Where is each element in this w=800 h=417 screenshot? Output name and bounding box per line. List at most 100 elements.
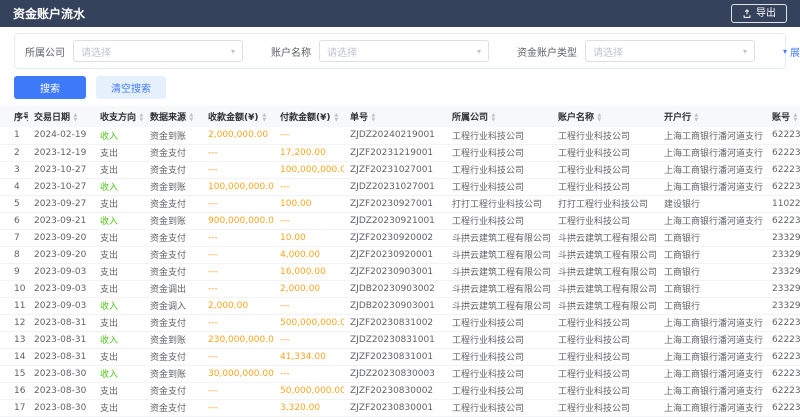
sort-icon[interactable]: ▲▼ [597,112,602,122]
cell-company: 工程行业科技公司 [446,382,552,399]
filter-group-company: 所属公司 请选择 ▾ [25,40,243,62]
cell-source: 资金支付 [144,382,202,399]
cell-date: 2024-02-19 [28,127,94,144]
cell-date: 2023-08-31 [28,348,94,365]
column-header[interactable]: 付款金额(¥)▲▼ [274,106,344,127]
chevron-down-icon: ▾ [477,47,481,56]
sort-icon[interactable]: ▲▼ [491,112,496,122]
cell-account-number: 62223011 [766,144,800,161]
sort-icon[interactable]: ▲▼ [334,112,339,122]
cell-company: 工程行业科技公司 [446,127,552,144]
cell-account-number: 62223011 [766,314,800,331]
cell-date: 2023-10-27 [28,178,94,195]
cell-direction: 支出 [94,229,144,246]
cell-source: 资金到账 [144,212,202,229]
cell-source: 资金支付 [144,263,202,280]
cell-receive-amount: --- [202,314,274,331]
export-icon [742,9,752,19]
account-type-filter-label: 资金账户类型 [517,44,577,59]
cell-receive-amount: --- [202,161,274,178]
column-header-label: 账户名称 [558,113,594,123]
cell-bank: 上海工商银行潘河道支行 [658,127,766,144]
sort-icon[interactable]: ▲▼ [793,112,798,122]
cell-company: 工程行业科技公司 [446,314,552,331]
cell-order-number: ZJZF20230920002 [344,229,446,246]
table-body: 12024-02-19收入资金到账2,000,000.00---ZJDZ2024… [0,127,800,416]
row-index: 1 [0,127,28,144]
column-header-label: 收支方向 [100,113,136,123]
cell-source: 资金支付 [144,348,202,365]
cell-pay-amount: 10.00 [274,229,344,246]
cell-account-name: 工程行业科技公司 [552,399,658,416]
account-type-select[interactable]: 请选择 ▾ [585,40,755,62]
table-row: 32023-10-27支出资金支付---100,000,000.00ZJZF20… [0,161,800,178]
column-header[interactable]: 收支方向▲▼ [94,106,144,127]
sort-icon[interactable]: ▲▼ [371,112,376,122]
cell-direction: 收入 [94,212,144,229]
table-row: 162023-08-30支出资金支付---50,000,000.00ZJZF20… [0,382,800,399]
column-header-label: 所属公司 [452,113,488,123]
company-select[interactable]: 请选择 ▾ [73,40,243,62]
cell-direction: 支出 [94,161,144,178]
cell-account-name: 工程行业科技公司 [552,127,658,144]
cell-bank: 上海工商银行潘河道支行 [658,178,766,195]
cell-source: 资金支付 [144,246,202,263]
cell-source: 资金调入 [144,297,202,314]
cell-pay-amount: 2,000.00 [274,280,344,297]
column-header[interactable]: 数据来源▲▼ [144,106,202,127]
cell-bank: 工商银行 [658,246,766,263]
cell-order-number: ZJZF20230830002 [344,382,446,399]
cell-direction: 收入 [94,331,144,348]
cell-source: 资金支付 [144,314,202,331]
cell-date: 2023-09-03 [28,297,94,314]
column-header[interactable]: 账户名称▲▼ [552,106,658,127]
row-index: 13 [0,331,28,348]
cell-account-name: 打打工程行业科技公司 [552,195,658,212]
cell-receive-amount: --- [202,263,274,280]
cell-direction: 收入 [94,297,144,314]
cell-account-number: 62223011 [766,399,800,416]
account-name-select-placeholder: 请选择 [327,44,357,59]
row-index: 8 [0,246,28,263]
cell-company: 斗拱云建筑工程有限公司 [446,297,552,314]
cell-date: 2023-12-19 [28,144,94,161]
sort-icon[interactable]: ▲▼ [189,112,194,122]
cell-source: 资金支付 [144,399,202,416]
cell-account-name: 斗拱云建筑工程有限公司 [552,246,658,263]
clear-search-button[interactable]: 清空搜索 [96,76,166,99]
expand-filters-link[interactable]: ▾ 展开筛选 [783,44,800,59]
sort-icon[interactable]: ▲▼ [262,112,267,122]
cell-date: 2023-09-20 [28,229,94,246]
cell-source: 资金到账 [144,127,202,144]
column-header[interactable]: 交易日期▲▼ [28,106,94,127]
cell-receive-amount: 230,000,000.00 [202,331,274,348]
search-button[interactable]: 搜索 [14,76,86,99]
cell-pay-amount: 500,000,000.00 [274,314,344,331]
cell-bank: 上海工商银行潘河道支行 [658,212,766,229]
sort-icon[interactable]: ▲▼ [139,112,144,122]
column-header[interactable]: 账号▲▼ [766,106,800,127]
column-header[interactable]: 所属公司▲▼ [446,106,552,127]
cell-company: 工程行业科技公司 [446,365,552,382]
row-index: 16 [0,382,28,399]
column-header[interactable]: 开户行▲▼ [658,106,766,127]
column-header[interactable]: 收款金额(¥)▲▼ [202,106,274,127]
cell-direction: 支出 [94,280,144,297]
sort-icon[interactable]: ▲▼ [73,112,78,122]
export-button[interactable]: 导出 [731,4,787,23]
cell-source: 资金支付 [144,144,202,161]
account-name-select[interactable]: 请选择 ▾ [319,40,489,62]
cell-direction: 收入 [94,178,144,195]
filter-group-account-type: 资金账户类型 请选择 ▾ [517,40,755,62]
cell-receive-amount: --- [202,229,274,246]
column-header[interactable]: 单号▲▼ [344,106,446,127]
cell-receive-amount: 2,000.00 [202,297,274,314]
cell-direction: 支出 [94,399,144,416]
cell-direction: 支出 [94,144,144,161]
account-type-select-placeholder: 请选择 [593,44,623,59]
sort-icon[interactable]: ▲▼ [694,112,699,122]
cell-account-number: 62223011 [766,331,800,348]
cell-direction: 收入 [94,127,144,144]
column-header-label: 开户行 [664,113,691,123]
chevron-down-icon: ▾ [231,47,235,56]
